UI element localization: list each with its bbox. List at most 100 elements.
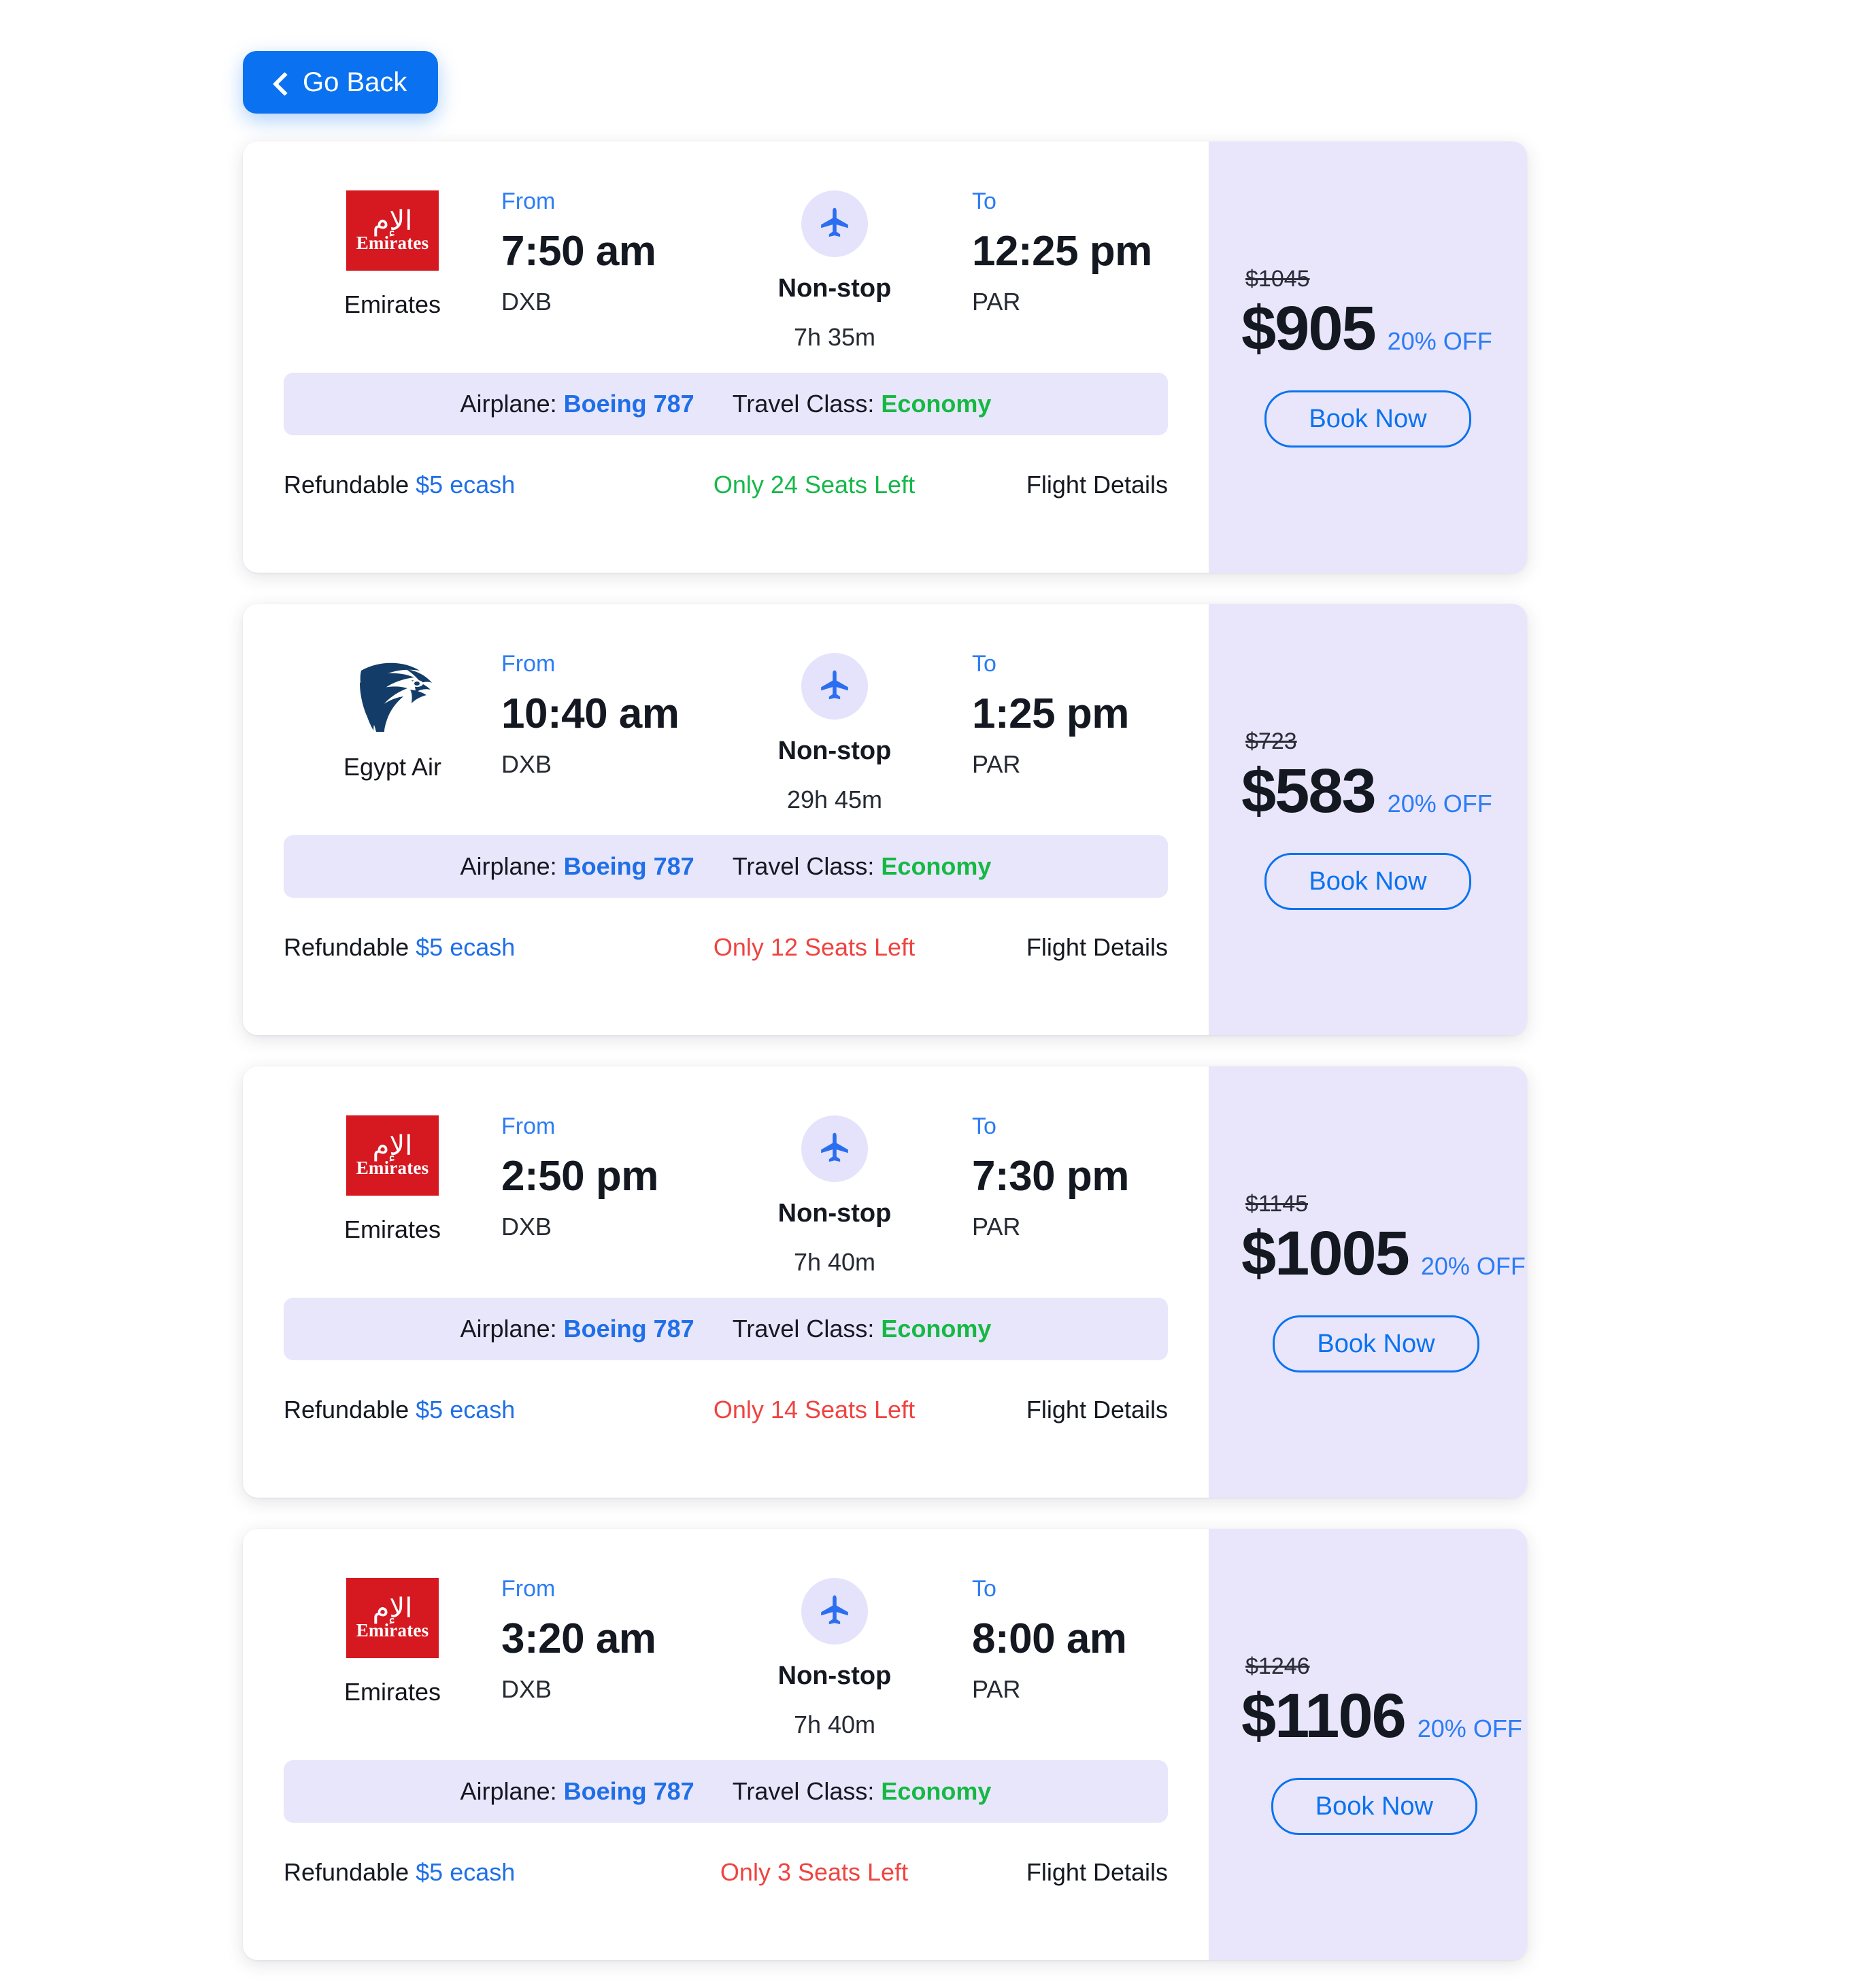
flight-card: Egypt AirFrom10:40 amDXBNon-stop29h 45mT…: [243, 604, 1527, 1035]
go-back-label: Go Back: [303, 69, 407, 96]
travel-class-value: Economy: [881, 390, 991, 418]
flight-details-link[interactable]: Flight Details: [964, 1396, 1168, 1424]
travel-class-attribute: Travel Class:Economy: [733, 1315, 992, 1343]
flight-card: الإمEmiratesEmiratesFrom2:50 pmDXBNon-st…: [243, 1066, 1527, 1498]
refundable-info: Refundable$5 ecash: [284, 1858, 665, 1887]
refundable-info: Refundable $5 ecash: [284, 1396, 665, 1424]
airplane-value: Boeing 787: [564, 1315, 694, 1343]
flight-details-link[interactable]: Flight Details: [964, 1858, 1168, 1887]
emirates-calligraphy-icon: الإم: [373, 1597, 413, 1620]
airline-name: Emirates: [344, 1679, 441, 1706]
from-label: From: [501, 1577, 733, 1602]
egyptair-logo: [346, 653, 439, 733]
airline-name: Emirates: [344, 1216, 441, 1243]
seats-left-container: Only 3 Seats Left: [665, 1858, 964, 1887]
book-now-button[interactable]: Book Now: [1273, 1315, 1479, 1372]
discount-badge: 20% OFF: [1418, 1715, 1522, 1743]
travel-class-label: Travel Class:: [733, 852, 875, 880]
flight-attributes-bar: Airplane:Boeing 787 Travel Class:Economy: [284, 835, 1168, 898]
price-line: $58320% OFF: [1241, 758, 1492, 824]
current-price: $583: [1241, 758, 1375, 824]
arrival-airport: PAR: [972, 751, 1168, 778]
current-price: $1106: [1241, 1683, 1405, 1749]
refundable-info: Refundable$5 ecash: [284, 933, 665, 962]
airplane-label: Airplane:: [460, 852, 557, 880]
departure-column: From10:40 amDXB: [501, 649, 733, 778]
airplane-attribute: Airplane:Boeing 787: [460, 852, 694, 881]
stops-label: Non-stop: [778, 737, 892, 766]
airplane-attribute: Airplane:Boeing 787: [460, 1315, 694, 1343]
flight-attributes-bar: Airplane:Boeing 787Travel Class:Economy: [284, 373, 1168, 435]
airplane-value: Boeing 787: [564, 390, 694, 418]
seats-left-container: Only 12 Seats Left: [665, 933, 964, 962]
flight-duration: 7h 40m: [794, 1711, 875, 1738]
seats-left-badge: Only 3 Seats Left: [720, 1858, 908, 1886]
price-block: $1145$100520% OFF: [1226, 1192, 1526, 1287]
book-now-button[interactable]: Book Now: [1264, 853, 1471, 910]
arrival-column: To1:25 pmPAR: [937, 649, 1168, 778]
travel-class-attribute: Travel Class:Economy: [733, 1777, 992, 1806]
travel-class-value: Economy: [881, 1777, 991, 1805]
airline-column: الإمEmirates Emirates: [284, 1574, 501, 1706]
flight-card: الإمEmiratesEmiratesFrom7:50 amDXBNon-st…: [243, 141, 1527, 573]
flight-details-link[interactable]: Flight Details: [964, 471, 1168, 499]
refundable-value: $5 ecash: [416, 1396, 515, 1423]
emirates-wordmark: Emirates: [356, 234, 429, 252]
seats-left-badge: Only 12 Seats Left: [714, 933, 915, 961]
airplane-label: Airplane:: [460, 1315, 557, 1343]
airplane-attribute: Airplane:Boeing 787: [460, 1777, 694, 1806]
flight-attributes-bar: Airplane:Boeing 787 Travel Class:Economy: [284, 1760, 1168, 1823]
flight-attributes-bar: Airplane:Boeing 787 Travel Class:Economy: [284, 1298, 1168, 1360]
seats-left-badge: Only 14 Seats Left: [714, 1396, 915, 1423]
discount-badge: 20% OFF: [1421, 1252, 1526, 1281]
flight-info-section: الإمEmiratesEmiratesFrom3:20 amDXBNon-st…: [243, 1529, 1209, 1960]
flight-info-section: الإمEmiratesEmiratesFrom7:50 amDXBNon-st…: [243, 141, 1209, 573]
original-price: $723: [1245, 729, 1297, 754]
price-block: $1045$90520% OFF: [1226, 267, 1509, 362]
departure-column: From7:50 amDXB: [501, 186, 733, 316]
departure-column: From3:20 amDXB: [501, 1574, 733, 1703]
book-now-button[interactable]: Book Now: [1271, 1778, 1477, 1835]
flight-footer-row: Refundable$5 ecashOnly 24 Seats LeftFlig…: [284, 471, 1168, 499]
travel-class-attribute: Travel Class:Economy: [733, 852, 992, 881]
emirates-logo: الإمEmirates: [346, 190, 439, 271]
emirates-logo: الإمEmirates: [346, 1578, 439, 1658]
current-price: $1005: [1241, 1221, 1409, 1287]
arrival-column: To12:25 pmPAR: [937, 186, 1168, 316]
go-back-button[interactable]: Go Back: [243, 51, 438, 114]
departure-airport: DXB: [501, 288, 733, 316]
flight-summary-row: الإمEmiratesEmiratesFrom3:20 amDXBNon-st…: [284, 1574, 1168, 1744]
travel-class-label: Travel Class:: [733, 1777, 875, 1805]
airline-name: Emirates: [344, 291, 441, 318]
arrival-time: 12:25 pm: [972, 229, 1168, 273]
airplane-label: Airplane:: [460, 1777, 557, 1805]
price-line: $1106 20% OFF: [1241, 1683, 1522, 1749]
emirates-wordmark: Emirates: [356, 1159, 429, 1177]
arrival-airport: PAR: [972, 1676, 1168, 1703]
to-label: To: [972, 1577, 1168, 1602]
go-back-container: Go Back: [243, 51, 438, 114]
refundable-label: Refundable: [284, 1396, 409, 1423]
airline-column: الإمEmiratesEmirates: [284, 1111, 501, 1243]
stops-label: Non-stop: [778, 1200, 892, 1228]
airline-logo-box: [346, 653, 439, 733]
route-column: Non-stop29h 45m: [733, 649, 937, 813]
emirates-logo: الإمEmirates: [346, 1115, 439, 1196]
departure-column: From2:50 pmDXB: [501, 1111, 733, 1241]
current-price: $905: [1241, 296, 1375, 362]
flight-summary-row: الإمEmiratesEmiratesFrom7:50 amDXBNon-st…: [284, 186, 1168, 356]
price-line: $90520% OFF: [1241, 296, 1492, 362]
book-now-button[interactable]: Book Now: [1264, 390, 1471, 448]
airplane-value: Boeing 787: [564, 1777, 694, 1805]
flight-info-section: الإمEmiratesEmiratesFrom2:50 pmDXBNon-st…: [243, 1066, 1209, 1498]
refundable-value: $5 ecash: [416, 471, 515, 499]
arrival-time: 7:30 pm: [972, 1154, 1168, 1198]
refundable-label: Refundable: [284, 471, 409, 499]
airline-logo-box: الإمEmirates: [346, 190, 439, 271]
to-label: To: [972, 189, 1168, 214]
arrival-time: 1:25 pm: [972, 692, 1168, 736]
price-panel: $1246$110620% OFFBook Now: [1209, 1529, 1527, 1960]
price-block: $723 $58320% OFF: [1226, 729, 1509, 824]
arrival-airport: PAR: [972, 1213, 1168, 1241]
flight-details-link[interactable]: Flight Details: [964, 933, 1168, 962]
